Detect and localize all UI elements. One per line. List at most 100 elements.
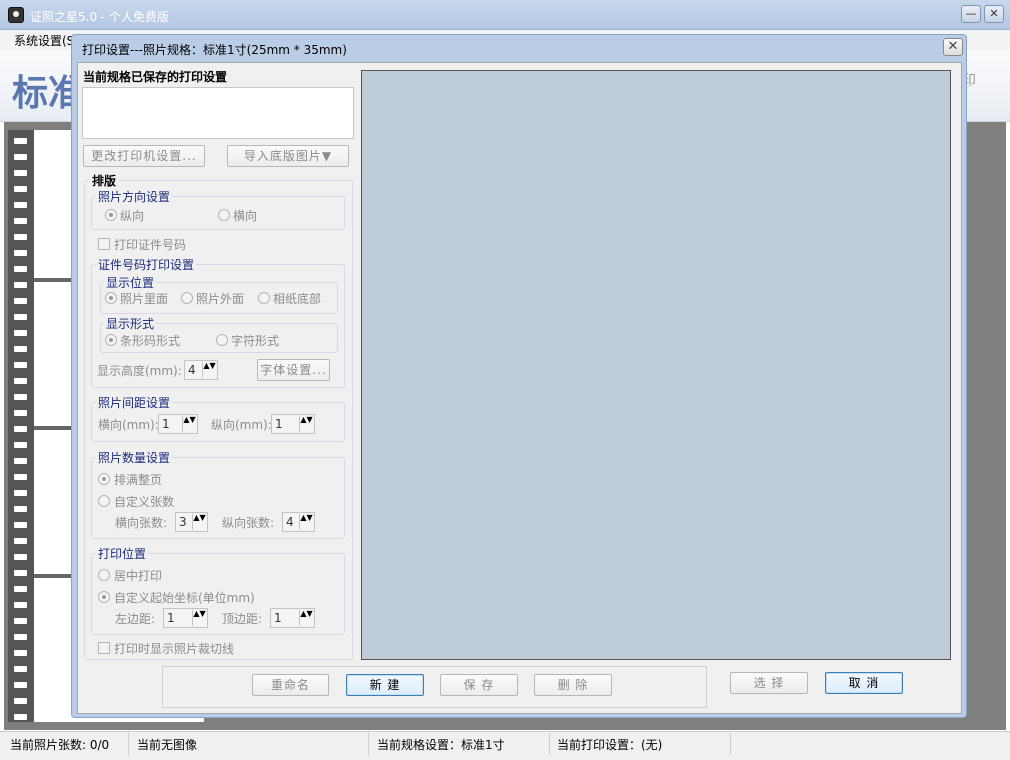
film-hole bbox=[14, 586, 27, 592]
spacing-group-label: 照片间距设置 bbox=[96, 394, 173, 411]
barcode-radio[interactable] bbox=[105, 334, 117, 346]
position-group-label: 打印位置 bbox=[96, 545, 149, 562]
h-spacing-stepper[interactable]: 1 ▲▼ bbox=[158, 414, 198, 434]
spin-arrows-icon[interactable]: ▲▼ bbox=[182, 416, 196, 432]
top-margin-value: 1 bbox=[274, 611, 282, 625]
v-spacing-label: 纵向(mm): bbox=[211, 418, 272, 432]
film-hole bbox=[14, 154, 27, 160]
spin-arrows-icon[interactable]: ▲▼ bbox=[192, 514, 206, 530]
font-setting-button[interactable]: 字体设置... bbox=[257, 359, 330, 381]
dialog-close-button[interactable]: ✕ bbox=[943, 38, 963, 56]
film-hole bbox=[14, 282, 27, 288]
minimize-button[interactable]: — bbox=[961, 5, 981, 23]
film-hole bbox=[14, 634, 27, 640]
film-hole bbox=[14, 618, 27, 624]
film-hole bbox=[14, 506, 27, 512]
delete-button[interactable]: 删 除 bbox=[534, 674, 612, 696]
print-id-checkbox[interactable] bbox=[98, 238, 110, 250]
display-height-value: 4 bbox=[188, 363, 196, 377]
film-hole bbox=[14, 234, 27, 240]
film-divider bbox=[34, 426, 74, 430]
film-hole bbox=[14, 698, 27, 704]
film-hole bbox=[14, 394, 27, 400]
layout-group-label: 排版 bbox=[90, 172, 119, 189]
spin-arrows-icon[interactable]: ▲▼ bbox=[299, 416, 313, 432]
film-hole bbox=[14, 378, 27, 384]
saved-settings-list[interactable] bbox=[82, 87, 354, 139]
import-base-image-button[interactable]: 导入底版图片▼ bbox=[227, 145, 349, 167]
spin-arrows-icon[interactable]: ▲▼ bbox=[299, 610, 313, 626]
custom-origin-label: 自定义起始坐标(单位mm) bbox=[114, 591, 255, 605]
pos-bottom-label: 相纸底部 bbox=[273, 292, 322, 306]
film-hole bbox=[14, 570, 27, 576]
film-hole bbox=[14, 138, 27, 144]
film-hole bbox=[14, 554, 27, 560]
film-hole bbox=[14, 650, 27, 656]
film-hole bbox=[14, 202, 27, 208]
change-printer-button[interactable]: 更改打印机设置... bbox=[83, 145, 205, 167]
dialog-title: 打印设置---照片规格：标准1寸(25mm * 35mm) bbox=[82, 43, 347, 57]
pos-outside-radio[interactable] bbox=[181, 292, 193, 304]
display-form-label: 显示形式 bbox=[104, 315, 157, 332]
film-hole bbox=[14, 330, 27, 336]
custom-count-radio[interactable] bbox=[98, 495, 110, 507]
pos-outside-label: 照片外面 bbox=[196, 292, 245, 306]
print-preview bbox=[361, 70, 951, 660]
main-window-title: 证照之星5.0 - 个人免费版 bbox=[30, 10, 170, 24]
top-margin-label: 顶边距: bbox=[222, 612, 263, 626]
film-hole bbox=[14, 602, 27, 608]
custom-count-label: 自定义张数 bbox=[114, 495, 175, 509]
new-button[interactable]: 新 建 bbox=[346, 674, 424, 696]
charform-label: 字符形式 bbox=[231, 334, 280, 348]
film-divider bbox=[34, 574, 74, 578]
film-hole bbox=[14, 410, 27, 416]
left-margin-label: 左边距: bbox=[115, 612, 156, 626]
film-hole bbox=[14, 490, 27, 496]
saved-settings-header: 当前规格已保存的打印设置 bbox=[83, 70, 228, 84]
status-spec: 当前规格设置：标准1寸 bbox=[377, 738, 505, 752]
show-cutline-checkbox[interactable] bbox=[98, 642, 110, 654]
fill-page-radio[interactable] bbox=[98, 473, 110, 485]
select-button[interactable]: 选 择 bbox=[730, 672, 808, 694]
v-spacing-stepper[interactable]: 1 ▲▼ bbox=[271, 414, 315, 434]
film-hole bbox=[14, 298, 27, 304]
menu-system-settings[interactable]: 系统设置(S) bbox=[14, 32, 79, 49]
cancel-button[interactable]: 取 消 bbox=[825, 672, 903, 694]
film-hole bbox=[14, 458, 27, 464]
top-margin-stepper[interactable]: 1 ▲▼ bbox=[270, 608, 315, 628]
portrait-radio[interactable] bbox=[105, 209, 117, 221]
film-hole bbox=[14, 474, 27, 480]
status-print-setting: 当前打印设置：(无) bbox=[557, 738, 663, 752]
spin-arrows-icon[interactable]: ▲▼ bbox=[192, 610, 206, 626]
pos-inside-radio[interactable] bbox=[105, 292, 117, 304]
v-count-stepper[interactable]: 4 ▲▼ bbox=[282, 512, 315, 532]
center-print-radio[interactable] bbox=[98, 569, 110, 581]
display-height-label: 显示高度(mm): bbox=[97, 364, 182, 378]
landscape-label: 横向 bbox=[233, 209, 258, 223]
center-print-label: 居中打印 bbox=[114, 569, 163, 583]
film-hole bbox=[14, 170, 27, 176]
count-group-label: 照片数量设置 bbox=[96, 449, 173, 466]
rename-button[interactable]: 重命名 bbox=[252, 674, 329, 696]
film-hole bbox=[14, 250, 27, 256]
v-count-label: 纵向张数: bbox=[222, 516, 275, 530]
spin-arrows-icon[interactable]: ▲▼ bbox=[202, 362, 216, 378]
h-count-stepper[interactable]: 3 ▲▼ bbox=[175, 512, 208, 532]
spin-arrows-icon[interactable]: ▲▼ bbox=[299, 514, 313, 530]
film-hole bbox=[14, 266, 27, 272]
landscape-radio[interactable] bbox=[218, 209, 230, 221]
film-strip bbox=[8, 130, 34, 722]
charform-radio[interactable] bbox=[216, 334, 228, 346]
save-button[interactable]: 保 存 bbox=[440, 674, 518, 696]
display-height-stepper[interactable]: 4 ▲▼ bbox=[184, 360, 218, 380]
settings-action-panel bbox=[162, 666, 707, 708]
custom-origin-radio[interactable] bbox=[98, 591, 110, 603]
orientation-group-label: 照片方向设置 bbox=[96, 188, 173, 205]
film-hole bbox=[14, 442, 27, 448]
status-photo-count: 当前照片张数: 0/0 bbox=[10, 738, 110, 752]
camera-icon bbox=[8, 7, 24, 23]
left-margin-stepper[interactable]: 1 ▲▼ bbox=[163, 608, 208, 628]
film-divider bbox=[34, 278, 74, 282]
main-close-button[interactable]: ✕ bbox=[984, 5, 1004, 23]
pos-bottom-radio[interactable] bbox=[258, 292, 270, 304]
